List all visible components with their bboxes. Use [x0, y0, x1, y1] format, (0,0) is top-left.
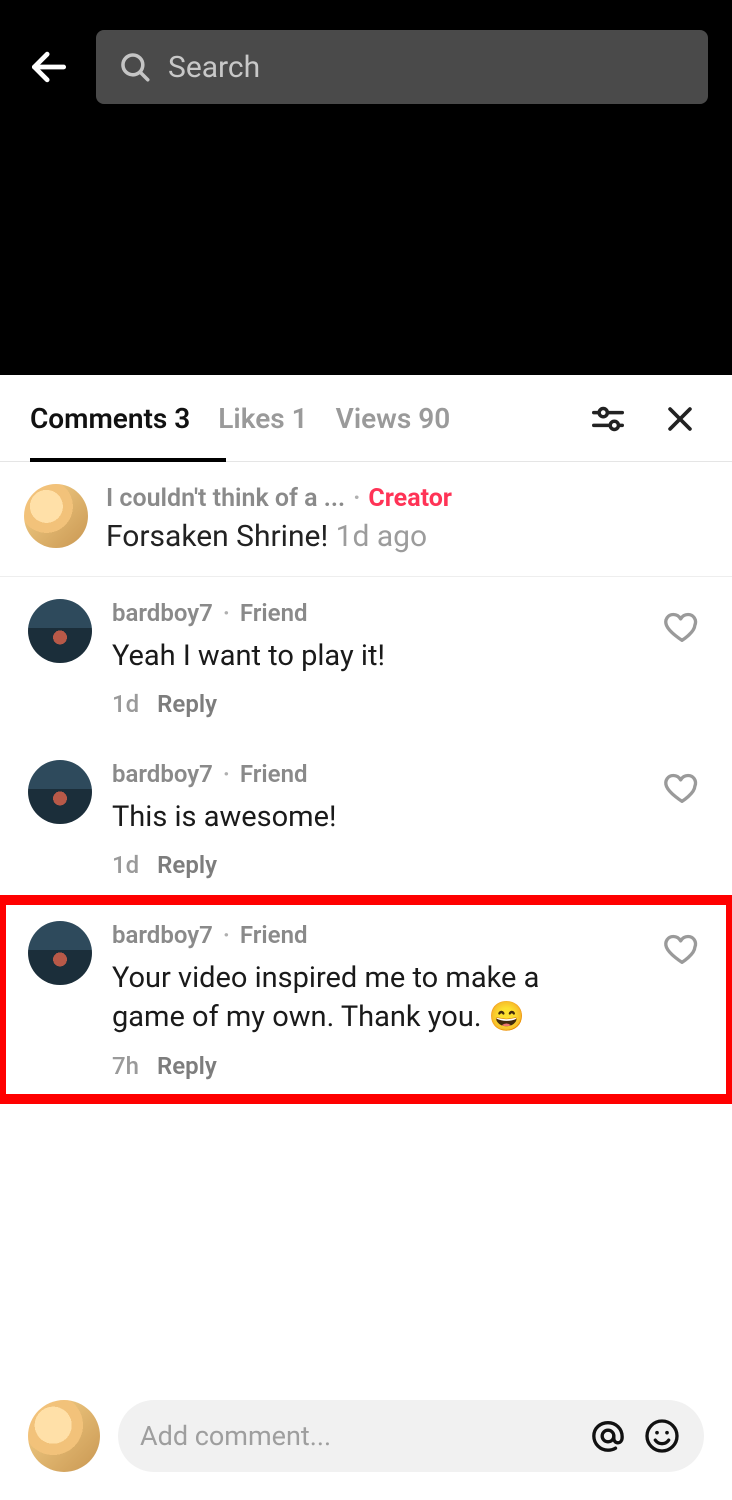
avatar[interactable] [24, 484, 88, 548]
comment-ago: 7h [112, 1052, 139, 1080]
comment-text: This is awesome! [112, 798, 592, 837]
comment-ago: 1d [112, 851, 139, 879]
heart-icon [662, 607, 702, 647]
comment-text: Yeah I want to play it! [112, 637, 592, 676]
heart-icon [662, 768, 702, 808]
like-button[interactable] [662, 929, 702, 973]
like-button[interactable] [662, 607, 702, 651]
search-icon [118, 50, 152, 84]
creator-badge: Creator [368, 484, 452, 513]
close-icon [663, 402, 697, 436]
tab-row: Comments 3 Likes 1 Views 90 [0, 369, 732, 462]
avatar[interactable] [28, 599, 92, 663]
active-tab-underline [30, 458, 226, 462]
comments-list: bardboy7 · Friend Yeah I want to play it… [0, 577, 732, 1384]
comment-input[interactable]: Add comment... [118, 1400, 704, 1472]
filter-button[interactable] [586, 397, 630, 441]
pinned-title: Forsaken Shrine! [106, 519, 328, 554]
like-button[interactable] [662, 768, 702, 812]
comment-composer: Add comment... [0, 1384, 732, 1500]
tab-comments[interactable]: Comments 3 [30, 402, 190, 457]
back-button[interactable] [24, 42, 74, 92]
pinned-ago: 1d ago [336, 519, 428, 554]
comment-item: bardboy7 · Friend This is awesome! 1d Re… [0, 738, 732, 899]
comment-placeholder: Add comment... [140, 1420, 574, 1452]
close-button[interactable] [658, 397, 702, 441]
emoji-icon[interactable] [642, 1416, 682, 1456]
tab-views[interactable]: Views 90 [336, 402, 451, 457]
username[interactable]: bardboy7 [112, 760, 213, 788]
avatar[interactable] [28, 760, 92, 824]
comment-text: Your video inspired me to make a game of… [112, 959, 592, 1037]
relation-label: Friend [240, 599, 308, 627]
self-avatar[interactable] [28, 1400, 100, 1472]
search-placeholder: Search [168, 50, 260, 85]
username: I couldn't think of a ... [106, 484, 345, 513]
comment-item: bardboy7 · Friend Your video inspired me… [0, 899, 732, 1099]
reply-button[interactable]: Reply [157, 690, 217, 718]
pinned-post[interactable]: I couldn't think of a ... · Creator Fors… [0, 462, 732, 577]
video-backdrop: Search [0, 0, 732, 375]
relation-label: Friend [240, 760, 308, 788]
reply-button[interactable]: Reply [157, 1052, 217, 1080]
reply-button[interactable]: Reply [157, 851, 217, 879]
arrow-left-icon [27, 45, 71, 89]
relation-label: Friend [240, 921, 308, 949]
comment-item: bardboy7 · Friend Yeah I want to play it… [0, 577, 732, 738]
username[interactable]: bardboy7 [112, 599, 213, 627]
avatar[interactable] [28, 921, 92, 985]
comment-ago: 1d [112, 690, 139, 718]
mention-icon[interactable] [588, 1416, 628, 1456]
sliders-icon [589, 400, 627, 438]
username[interactable]: bardboy7 [112, 921, 213, 949]
search-input[interactable]: Search [96, 30, 708, 104]
tab-likes[interactable]: Likes 1 [218, 402, 307, 457]
comments-sheet: Comments 3 Likes 1 Views 90 I couldn't t [0, 369, 732, 1500]
heart-icon [662, 929, 702, 969]
